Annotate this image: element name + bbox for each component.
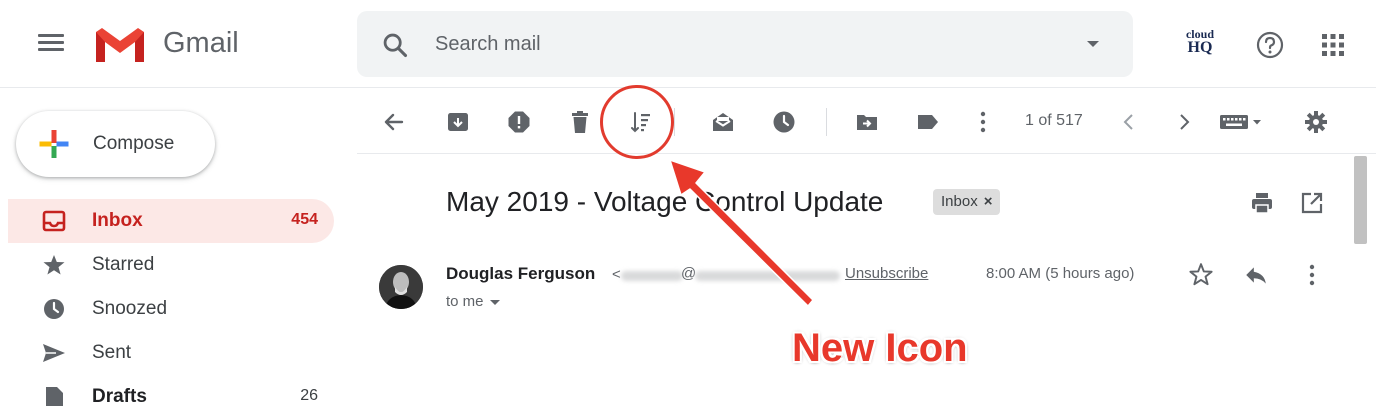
sidebar-item-inbox[interactable]: Inbox 454	[8, 199, 334, 243]
remove-label-button[interactable]: ×	[984, 193, 993, 210]
keyboard-icon[interactable]	[1219, 110, 1263, 134]
reply-icon[interactable]	[1243, 262, 1269, 288]
message-timestamp: 8:00 AM (5 hours ago)	[986, 265, 1135, 282]
chevron-left-icon[interactable]	[1117, 110, 1141, 134]
search-bar[interactable]	[357, 11, 1133, 77]
compose-label: Compose	[93, 133, 175, 154]
more-vert-icon[interactable]	[971, 110, 995, 134]
message-subject: May 2019 - Voltage Control Update	[446, 186, 884, 217]
pagination-count: 1 of 517	[1025, 112, 1083, 129]
menu-icon-bar	[38, 34, 64, 37]
cloudhq-logo-line2: HQ	[1187, 39, 1213, 56]
main-menu-button[interactable]	[38, 30, 70, 58]
scrollbar-thumb[interactable]	[1354, 156, 1367, 244]
inbox-label-chip[interactable]: Inbox ×	[933, 189, 1001, 215]
vertical-scrollbar[interactable]	[1352, 156, 1369, 406]
sidebar-item-starred[interactable]: Starred	[8, 243, 334, 287]
annotation-label: New Icon	[792, 326, 968, 370]
cloudhq-extension-button[interactable]: cloud HQ	[1178, 28, 1222, 62]
apps-grid-icon[interactable]	[1321, 33, 1345, 57]
gmail-logo-icon[interactable]	[92, 24, 148, 64]
sender-email-bracket: <	[612, 266, 621, 283]
redacted-email-user	[621, 271, 683, 281]
unsubscribe-link[interactable]: Unsubscribe	[845, 265, 928, 282]
open-in-new-window-icon[interactable]	[1300, 191, 1324, 215]
label-icon[interactable]	[916, 110, 940, 134]
move-to-icon[interactable]	[855, 110, 879, 134]
top-header: Gmail cloud HQ	[0, 0, 1376, 88]
sidebar-item-drafts[interactable]: Drafts 26	[8, 375, 334, 406]
archive-icon[interactable]	[446, 110, 470, 134]
sender-avatar[interactable]	[379, 265, 423, 309]
sort-icon[interactable]	[629, 110, 653, 134]
sender-email-at: @	[681, 265, 697, 282]
toolbar-divider	[674, 108, 675, 136]
draft-icon	[46, 387, 63, 406]
sender-name[interactable]: Douglas Ferguson	[446, 264, 595, 284]
mark-unread-icon[interactable]	[711, 110, 735, 134]
sidebar-item-count: 454	[291, 211, 318, 228]
compose-plus-icon	[39, 130, 69, 158]
menu-icon-bar	[38, 41, 64, 44]
inbox-icon	[42, 210, 66, 232]
sidebar-item-label: Drafts	[92, 386, 147, 406]
recipient-label: to me	[446, 293, 484, 310]
chevron-right-icon[interactable]	[1172, 110, 1196, 134]
report-spam-icon[interactable]	[507, 110, 531, 134]
chevron-down-icon	[489, 299, 500, 305]
star-icon	[43, 255, 65, 275]
sidebar-item-label: Sent	[92, 342, 132, 363]
sidebar-item-label: Starred	[92, 254, 155, 275]
app-name: Gmail	[163, 27, 239, 59]
label-chip-text: Inbox	[941, 193, 978, 210]
star-outline-icon[interactable]	[1188, 262, 1214, 288]
back-arrow-icon[interactable]	[382, 110, 406, 134]
help-icon[interactable]	[1255, 30, 1285, 60]
search-input[interactable]	[435, 29, 1055, 59]
settings-icon[interactable]	[1304, 110, 1328, 134]
toolbar-divider	[826, 108, 827, 136]
redacted-email-domain	[695, 271, 840, 281]
compose-button[interactable]: Compose	[16, 111, 215, 177]
sidebar-item-label: Inbox	[92, 210, 143, 231]
send-icon	[43, 344, 65, 362]
sidebar-item-label: Snoozed	[92, 298, 168, 319]
search-options-chevron-down-icon[interactable]	[1083, 37, 1103, 51]
sidebar-item-count: 26	[300, 387, 318, 404]
message-more-vert-icon[interactable]	[1300, 262, 1324, 288]
snooze-icon[interactable]	[772, 110, 796, 134]
menu-icon-bar	[38, 48, 64, 51]
delete-icon[interactable]	[568, 110, 592, 134]
sidebar-item-sent[interactable]: Sent	[8, 331, 334, 375]
avatar-photo	[379, 265, 423, 309]
search-icon[interactable]	[381, 31, 409, 59]
message-toolbar: 1 of 517	[357, 90, 1376, 154]
recipient-details-toggle[interactable]: to me	[446, 293, 500, 310]
print-icon[interactable]	[1250, 191, 1274, 215]
clock-icon	[44, 299, 64, 319]
sidebar-item-snoozed[interactable]: Snoozed	[8, 287, 334, 331]
